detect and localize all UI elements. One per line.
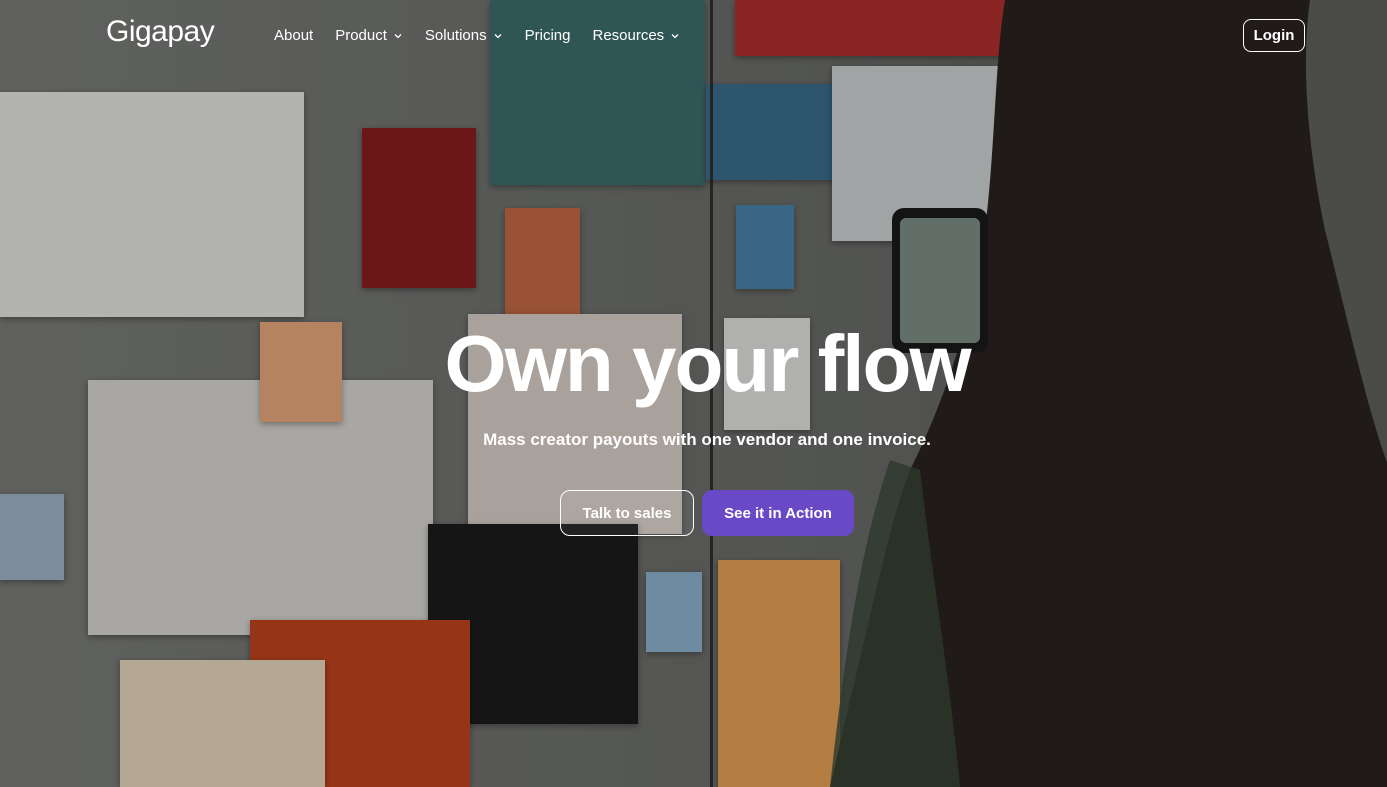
hero-cta-group: Talk to sales See it in Action <box>560 490 854 536</box>
gigapay-logo[interactable]: Gigapay <box>106 15 215 49</box>
top-navigation: Gigapay About Product Solutions Pricing … <box>0 0 1387 74</box>
nav-item-label: Solutions <box>424 27 487 44</box>
hero-subtitle: Mass creator payouts with one vendor and… <box>483 430 931 449</box>
nav-item-label: Pricing <box>524 27 571 44</box>
chevron-down-icon <box>394 33 402 38</box>
chevron-down-icon <box>671 33 679 38</box>
chevron-down-icon <box>494 33 502 38</box>
hero-title: Own your flow <box>444 319 971 408</box>
nav-item-resources[interactable]: Resources <box>592 27 680 44</box>
main-menu: About Product Solutions Pricing Resource… <box>274 27 680 44</box>
nav-item-label: Product <box>335 27 387 44</box>
nav-item-label: Resources <box>592 27 665 44</box>
nav-item-about[interactable]: About <box>274 27 313 44</box>
see-it-in-action-button[interactable]: See it in Action <box>702 490 854 536</box>
talk-to-sales-button[interactable]: Talk to sales <box>560 490 694 536</box>
nav-item-product[interactable]: Product <box>335 27 403 44</box>
nav-item-label: About <box>274 27 314 44</box>
login-button[interactable]: Login <box>1243 19 1305 52</box>
nav-item-solutions[interactable]: Solutions <box>425 27 503 44</box>
nav-item-pricing[interactable]: Pricing <box>525 27 571 44</box>
